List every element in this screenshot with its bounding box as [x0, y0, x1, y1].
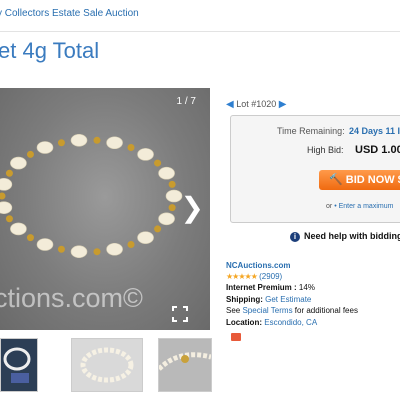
watermark: ctions.com© — [0, 283, 143, 313]
main-photo[interactable]: 1 / 7 ❯ ctions.com© — [0, 88, 210, 330]
get-estimate-link[interactable]: Get Estimate — [265, 295, 311, 304]
arrow-left-icon[interactable]: ◀ — [226, 99, 234, 110]
info-icon: i — [290, 232, 300, 242]
lot-number: Lot #1020 — [236, 99, 277, 109]
high-bid-value: USD 1.00 — [355, 144, 400, 156]
high-bid-label: High Bid: — [307, 145, 344, 155]
pearl-bead — [10, 222, 27, 236]
gold-bead — [57, 245, 65, 253]
gold-bead — [154, 225, 162, 233]
bid-now-label: BID NOW $2 — [345, 174, 400, 186]
enter-maximum-link[interactable]: • Enter a maximum — [334, 203, 393, 210]
pearl-bead — [137, 231, 154, 244]
location-value: Escondido, CA — [264, 318, 318, 327]
gold-bead — [154, 159, 162, 167]
star-icons: ★★★★★ — [226, 272, 258, 281]
pearl-bead — [10, 156, 27, 170]
seller-rating[interactable]: ★★★★★ (2909) — [226, 272, 282, 281]
see-text: See — [226, 306, 241, 315]
header-divider — [0, 31, 400, 32]
special-terms: See Special Terms for additional fees — [226, 306, 358, 315]
thumbnail-1[interactable] — [0, 338, 38, 392]
shipping-label: Shipping: — [226, 295, 263, 304]
pearl-bead — [158, 212, 175, 226]
gold-bead — [127, 144, 135, 152]
pearl-bead — [0, 201, 13, 214]
thumbnail-2[interactable] — [71, 338, 143, 392]
pearl-bead — [70, 134, 88, 147]
location: Location: Escondido, CA — [226, 318, 317, 327]
breadcrumb[interactable]: y Collectors Estate Sale Auction — [0, 8, 139, 19]
time-remaining-value: 24 Days 11 I — [349, 126, 400, 136]
gold-bead — [26, 150, 34, 158]
gold-bead — [26, 234, 34, 242]
chevron-right-icon[interactable]: ❯ — [181, 194, 204, 222]
page-title: et 4g Total — [0, 38, 100, 63]
bidding-help[interactable]: i Need help with bidding — [290, 231, 400, 242]
terms-rest: for additional fees — [294, 306, 358, 315]
gold-bead — [168, 204, 176, 212]
rating-count: (2909) — [259, 272, 283, 281]
pearl-bead — [70, 245, 88, 258]
gold-bead — [127, 240, 135, 248]
time-remaining-label: Time Remaining: — [277, 126, 345, 136]
gold-bead — [93, 136, 101, 144]
pearl-bead — [137, 148, 154, 161]
special-terms-link[interactable]: Special Terms — [242, 306, 292, 315]
expand-icon[interactable] — [172, 306, 188, 322]
lot-nav: ◀ Lot #1020 ▶ — [226, 99, 286, 110]
gavel-icon: 🔨 — [329, 174, 343, 186]
gold-bead — [93, 248, 101, 256]
arrow-right-icon[interactable]: ▶ — [279, 99, 287, 110]
bid-now-button[interactable]: 🔨 BID NOW $2 — [319, 170, 400, 190]
image-counter: 1 / 7 — [176, 96, 196, 107]
pearl-bead — [106, 242, 123, 256]
thumbnail-3[interactable] — [158, 338, 212, 392]
pearl-bead — [36, 141, 54, 154]
gold-bead — [168, 180, 176, 188]
seller-name[interactable]: NCAuctions.com — [226, 261, 290, 270]
flag-icon — [231, 333, 241, 341]
gold-bead — [5, 215, 13, 223]
location-label: Location: — [226, 318, 262, 327]
gold-bead — [0, 192, 6, 200]
pearl-bead — [158, 166, 175, 180]
or-text: or — [326, 203, 333, 210]
premium-value: 14% — [298, 283, 315, 292]
gold-bead — [5, 169, 13, 177]
help-text: Need help with bidding — [304, 231, 400, 241]
max-bid-row: or • Enter a maximum — [326, 203, 393, 210]
premium-label: Internet Premium : — [226, 283, 297, 292]
pearl-bead — [0, 178, 13, 191]
shipping: Shipping: Get Estimate — [226, 295, 311, 304]
pearl-bead — [36, 238, 54, 251]
gold-bead — [57, 139, 65, 147]
bid-panel: Time Remaining: 24 Days 11 I High Bid: U… — [230, 115, 400, 223]
pearl-bead — [106, 136, 123, 150]
internet-premium: Internet Premium : 14% — [226, 283, 315, 292]
